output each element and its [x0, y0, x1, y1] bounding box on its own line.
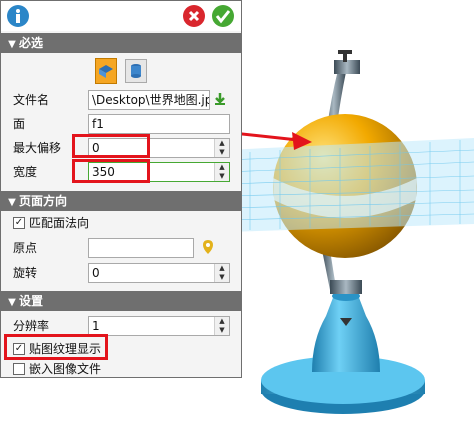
- panel-titlebar: [1, 1, 241, 31]
- embed-image-checkbox[interactable]: [13, 363, 25, 375]
- collapse-chevron-icon: ▼: [8, 39, 16, 50]
- resolution-spinner[interactable]: ▲ ▼: [214, 317, 229, 335]
- match-normal-checkbox[interactable]: ✓: [13, 217, 25, 229]
- rotation-value: 0: [92, 266, 100, 280]
- width-spinner[interactable]: ▲ ▼: [214, 163, 229, 181]
- section-title: 页面方向: [19, 194, 68, 208]
- embed-image-label: 嵌入图像文件: [29, 362, 102, 376]
- origin-label: 原点: [13, 241, 38, 255]
- face-field[interactable]: f1: [88, 114, 230, 134]
- resolution-label: 分辨率: [13, 319, 50, 333]
- rotation-label: 旋转: [13, 266, 38, 280]
- rotation-input[interactable]: 0 ▲ ▼: [88, 263, 230, 283]
- resolution-input[interactable]: 1 ▲ ▼: [88, 316, 230, 336]
- match-normal-label: 匹配面法向: [29, 216, 90, 230]
- globe-model: [225, 50, 474, 414]
- pick-point-icon[interactable]: [199, 238, 217, 256]
- collapse-chevron-icon: ▼: [8, 197, 16, 208]
- max-offset-spinner[interactable]: ▲ ▼: [214, 139, 229, 157]
- max-offset-label: 最大偏移: [13, 141, 62, 155]
- filename-label: 文件名: [13, 93, 50, 107]
- rotation-spinner[interactable]: ▲ ▼: [214, 264, 229, 282]
- highlight-max-offset: [72, 134, 150, 158]
- resolution-value: 1: [92, 319, 100, 333]
- section-settings-header[interactable]: ▼ 设置: [1, 291, 241, 311]
- section-page-direction-header[interactable]: ▼ 页面方向: [1, 191, 241, 211]
- ok-icon[interactable]: [212, 5, 234, 27]
- highlight-texture-display: [4, 334, 108, 360]
- download-icon[interactable]: [213, 92, 227, 106]
- section-title: 设置: [19, 294, 44, 308]
- section-title: 必选: [19, 36, 44, 50]
- cylinder-mode-icon[interactable]: [125, 59, 147, 83]
- width-label: 宽度: [13, 165, 38, 179]
- section-required-header[interactable]: ▼ 必选: [1, 33, 241, 53]
- info-icon[interactable]: [7, 5, 29, 27]
- cube-mode-icon[interactable]: [95, 58, 117, 84]
- face-label: 面: [13, 117, 26, 131]
- origin-field[interactable]: [88, 238, 194, 258]
- property-panel: ▼ 必选 文件名 \Desktop\世界地图.jpg 面 f1 最大偏移 0 ▲ ▼…: [0, 0, 242, 378]
- filename-field[interactable]: \Desktop\世界地图.jpg: [88, 90, 210, 110]
- highlight-width: [72, 159, 150, 183]
- collapse-chevron-icon: ▼: [8, 297, 16, 308]
- cancel-icon[interactable]: [183, 5, 205, 27]
